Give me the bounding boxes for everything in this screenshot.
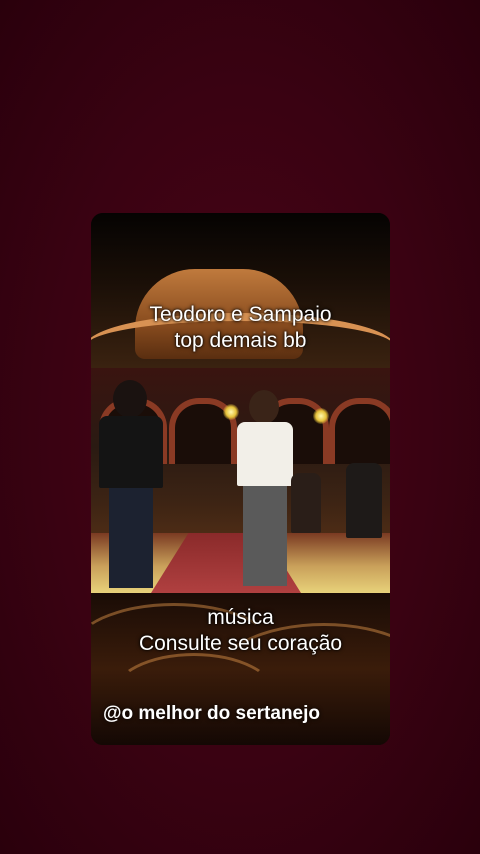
stage-scene	[91, 368, 390, 593]
singer-right	[229, 390, 299, 593]
stage-light	[313, 408, 329, 424]
caption-top-line2: top demais bb	[174, 329, 307, 352]
singer-left	[95, 380, 165, 593]
caption-bottom: música Consulte seu coração	[91, 605, 390, 657]
watermark-handle: @o melhor do sertanejo	[103, 703, 321, 724]
caption-bottom-line2: Consulte seu coração	[138, 632, 343, 655]
caption-bottom-line1: música	[207, 606, 274, 629]
caption-top-line1: Teodoro e Sampaio	[149, 303, 332, 326]
caption-top: Teodoro e Sampaio top demais bb	[91, 302, 390, 354]
video-frame[interactable]: Teodoro e Sampaio top demais bb música C…	[91, 213, 390, 745]
band-musicians	[291, 463, 386, 553]
stage-arch	[329, 398, 390, 464]
